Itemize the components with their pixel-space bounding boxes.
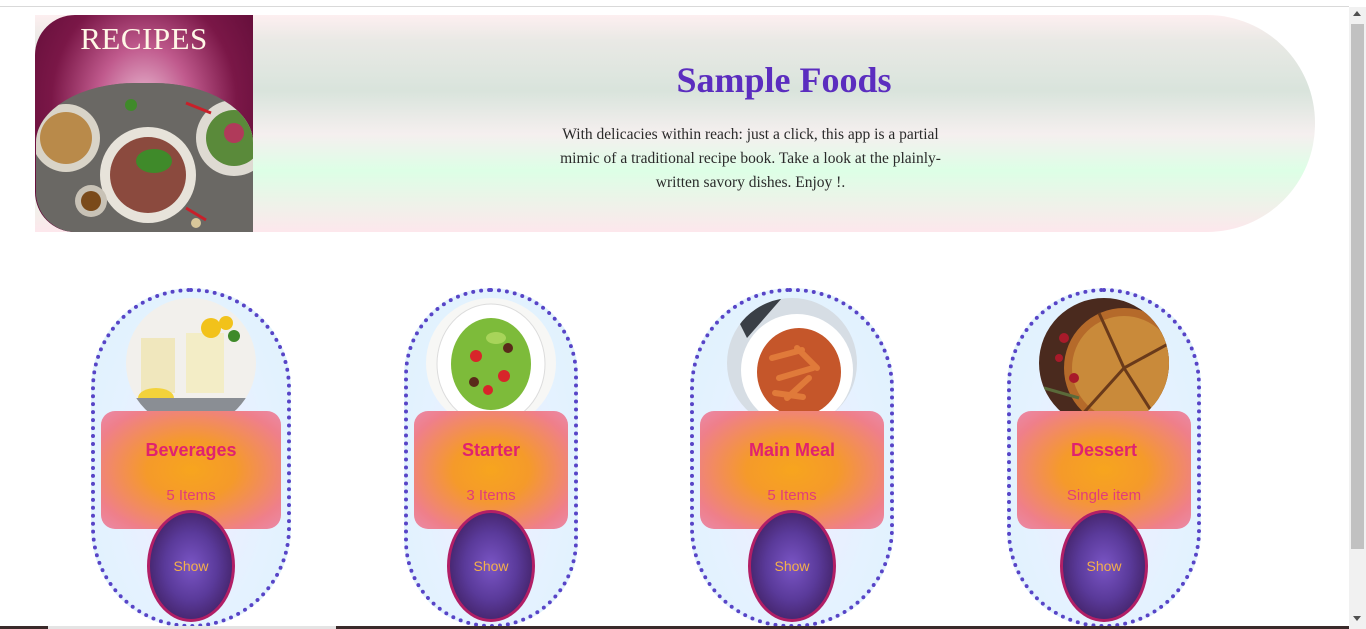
- show-button-beverages[interactable]: Show: [147, 510, 235, 622]
- page-title: Sample Foods: [676, 60, 892, 100]
- brand-block: RECIPES: [35, 15, 253, 232]
- category-card-starter: Starter 3 Items Show: [404, 288, 578, 628]
- category-card-main-meal: Main Meal 5 Items Show: [690, 288, 894, 628]
- category-name: Main Meal: [748, 440, 836, 460]
- category-count: 3 Items: [466, 487, 516, 504]
- category-count: 5 Items: [166, 487, 216, 504]
- category-card-beverages: Beverages 5 Items Show: [91, 288, 291, 628]
- category-card-dessert: Dessert Single item Show: [1007, 288, 1201, 628]
- starter-image: [426, 298, 556, 428]
- category-count: Single item: [1066, 487, 1142, 504]
- dessert-image: [1039, 298, 1169, 428]
- header-food-image: [36, 83, 253, 232]
- category-name: Starter: [461, 440, 521, 460]
- header-banner: RECIPES Sample Foods With delicacies wit…: [35, 15, 1315, 232]
- top-border: [0, 6, 1349, 7]
- main-meal-image: [727, 298, 857, 428]
- show-button-main-meal[interactable]: Show: [748, 510, 836, 622]
- vertical-scrollbar[interactable]: [1349, 7, 1366, 629]
- beverages-image: [126, 298, 256, 428]
- category-name: Beverages: [145, 440, 237, 460]
- scroll-up-arrow-icon[interactable]: [1353, 11, 1361, 16]
- scroll-thumb[interactable]: [1351, 24, 1364, 549]
- show-button-dessert[interactable]: Show: [1060, 510, 1148, 622]
- category-name: Dessert: [1070, 440, 1138, 460]
- show-button-starter[interactable]: Show: [447, 510, 535, 622]
- intro-text: With delicacies within reach: just a cli…: [560, 126, 941, 191]
- category-count: 5 Items: [767, 487, 817, 504]
- scroll-down-arrow-icon[interactable]: [1353, 616, 1361, 621]
- brand-title: RECIPES: [80, 21, 208, 56]
